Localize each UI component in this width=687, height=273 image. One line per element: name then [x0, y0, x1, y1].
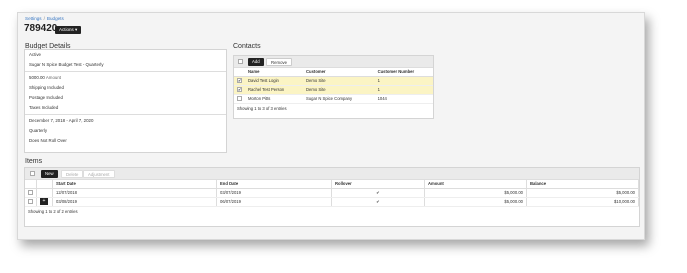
table-row[interactable]: 12/07/2018 03/07/2019 ✔ $5,000.00 $5,000… — [25, 188, 639, 198]
item-start-date: 03/08/2019 — [52, 197, 217, 207]
budget-name: Sugar N Spice Budget Test - Quarterly — [29, 62, 104, 67]
taxes-text: Taxes Included — [29, 105, 59, 110]
col-name[interactable]: Name — [245, 68, 304, 77]
items-toolbar: New Delete Adjustment — [25, 168, 639, 180]
app-frame: Settings / Budgets 789420 Actions ▾ Budget… — [17, 12, 645, 240]
rollover-text: Does Not Roll Over — [29, 138, 67, 143]
item-end-date: 06/07/2019 — [216, 197, 332, 207]
contact-customer: Sugar N Spice Company — [303, 94, 375, 104]
table-row[interactable]: + 03/08/2019 06/07/2019 ✔ $5,000.00 $10,… — [25, 197, 639, 207]
contact-customer: Demo Site — [303, 85, 375, 95]
col-balance[interactable]: Balance — [526, 180, 639, 189]
new-button[interactable]: New — [41, 170, 58, 178]
budget-details-panel: Active Sugar N Spice Budget Test - Quart… — [24, 49, 227, 153]
col-start-date[interactable]: Start Date — [52, 180, 217, 189]
item-end-date: 03/07/2019 — [216, 188, 332, 198]
col-amount[interactable]: Amount — [424, 180, 527, 189]
row-checkbox[interactable]: ✔ — [237, 78, 242, 84]
amount-row: 5000.00 Amount — [25, 73, 226, 83]
items-table: Start Date End Date Rollover Amount Bala… — [25, 180, 639, 207]
select-all-checkbox[interactable] — [238, 59, 243, 64]
col-rollover[interactable]: Rollover — [331, 180, 425, 189]
contact-number: 1 — [374, 85, 433, 95]
contact-customer: Demo Site — [303, 76, 375, 86]
contacts-footer: Showing 1 to 3 of 3 entries — [237, 105, 287, 111]
contact-name: Morton Pitts — [245, 94, 304, 104]
row-checkbox[interactable] — [28, 190, 33, 196]
contact-number: 1044 — [374, 94, 433, 104]
shipping-text: Shipping Included — [29, 85, 64, 90]
table-row[interactable]: Morton Pitts Sugar N Spice Company 1044 — [234, 94, 433, 104]
remove-button[interactable]: Remove — [266, 58, 293, 66]
col-customer[interactable]: Customer — [303, 68, 375, 77]
breadcrumb-settings[interactable]: Settings — [25, 16, 42, 21]
contacts-panel: Add Remove Name Customer Customer Number… — [233, 55, 434, 119]
table-row[interactable]: ✔ Rachel Test Person Demo Site 1 — [234, 85, 433, 95]
item-balance: $10,000.00 — [526, 197, 639, 207]
items-footer: Showing 1 to 2 of 2 entries — [28, 208, 78, 214]
contacts-title: Contacts — [233, 43, 261, 50]
amount-label: Amount — [45, 75, 61, 80]
item-amount: $5,000.00 — [424, 188, 527, 198]
add-button[interactable]: Add — [248, 58, 264, 66]
col-customer-number[interactable]: Customer Number — [374, 68, 433, 77]
items-panel: New Delete Adjustment Start Date End Dat… — [24, 167, 640, 227]
breadcrumb: Settings / Budgets — [25, 16, 64, 21]
items-select-all-checkbox[interactable] — [30, 171, 35, 176]
rollover-check-icon: ✔ — [331, 188, 425, 198]
contact-name: Rachel Test Person — [245, 85, 304, 95]
contacts-toolbar: Add Remove — [234, 56, 433, 68]
actions-button[interactable]: Actions ▾ — [55, 26, 82, 34]
col-end-date[interactable]: End Date — [216, 180, 332, 189]
frequency-text: Quarterly — [29, 128, 48, 133]
item-balance: $5,000.00 — [526, 188, 639, 198]
breadcrumb-budgets[interactable]: Budgets — [47, 16, 64, 21]
expand-row-icon[interactable]: + — [40, 198, 48, 205]
rollover-check-icon: ✔ — [331, 197, 425, 207]
postage-text: Postage Included — [29, 95, 63, 100]
items-title: Items — [25, 158, 43, 165]
contacts-table: Name Customer Customer Number ✔ David Te… — [234, 68, 433, 104]
item-start-date: 12/07/2018 — [52, 188, 217, 198]
adjustment-button[interactable]: Adjustment — [83, 170, 115, 178]
contact-name: David Test Login — [245, 76, 304, 86]
amount-value: 5000.00 — [29, 75, 45, 80]
row-checkbox[interactable] — [237, 96, 242, 102]
page-title: 789420 — [24, 23, 58, 34]
row-checkbox[interactable]: ✔ — [237, 87, 242, 93]
delete-button[interactable]: Delete — [61, 170, 84, 178]
status-text: Active — [29, 52, 41, 57]
row-checkbox[interactable] — [28, 199, 33, 205]
contact-number: 1 — [374, 76, 433, 86]
item-amount: $5,000.00 — [424, 197, 527, 207]
table-row[interactable]: ✔ David Test Login Demo Site 1 — [234, 76, 433, 86]
date-range: December 7, 2018 - April 7, 2020 — [29, 118, 94, 123]
